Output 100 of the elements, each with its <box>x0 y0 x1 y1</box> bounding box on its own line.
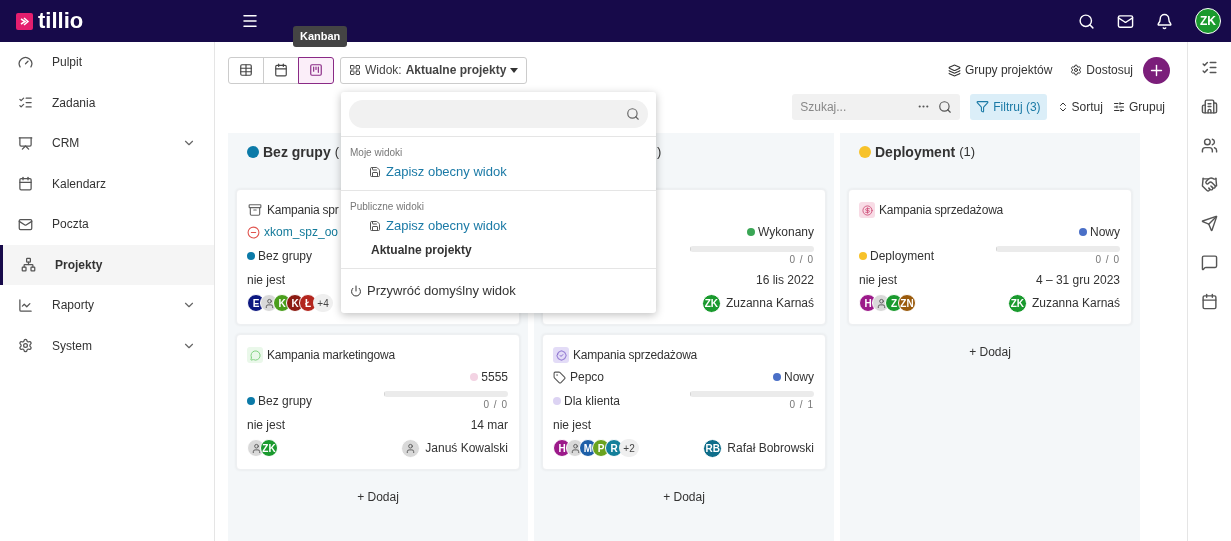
more-members-badge[interactable]: +4 <box>313 294 333 312</box>
funnel-icon <box>976 100 990 113</box>
progress-reading: 0 / 0 <box>789 252 814 267</box>
search-field[interactable] <box>349 100 648 128</box>
group-label: Bez grupy <box>258 393 313 410</box>
status-label: Nowy <box>784 369 814 386</box>
checklist-icon[interactable] <box>1201 59 1218 76</box>
avatar: Ł <box>299 294 317 312</box>
column-title: Deployment <box>875 142 956 162</box>
owner-name: Januś Kowalski <box>425 440 508 457</box>
nav-item[interactable]: Kalendarz <box>0 163 214 204</box>
card-title[interactable]: Kampania sprzedażowa <box>879 201 1004 219</box>
add-card-button[interactable]: + Dodaj <box>351 486 405 508</box>
card-title[interactable]: Kampania sprzedażowa <box>573 346 698 364</box>
search-field[interactable]: Szukaj... <box>792 93 961 120</box>
tag-icon <box>553 370 566 384</box>
status-label: 5555 <box>481 369 508 386</box>
search-input[interactable]: Szukaj... <box>800 97 910 116</box>
group-label: Dla klienta <box>564 393 621 410</box>
filter-button[interactable]: Filtruj (3) <box>970 93 1047 120</box>
message-icon[interactable] <box>1201 254 1218 271</box>
nav-item[interactable]: Projekty <box>0 244 214 285</box>
card-note: nie jest <box>553 417 592 434</box>
calendar-icon[interactable] <box>1201 293 1218 310</box>
section-title: Moje widoki <box>349 146 404 160</box>
power-icon <box>350 285 362 297</box>
avatar <box>401 438 421 458</box>
checklist-icon <box>18 95 33 111</box>
user-avatar[interactable]: ZK <box>1195 8 1221 34</box>
column-count: ( <box>334 143 340 162</box>
add-card-button[interactable]: + Dodaj <box>657 486 711 508</box>
line-chart-icon <box>18 297 33 313</box>
network-icon <box>21 257 36 273</box>
users-icon[interactable] <box>1201 137 1218 154</box>
grid-icon <box>349 64 361 76</box>
archive-icon <box>247 202 263 218</box>
date-range: 4 – 31 gru 2023 <box>1035 272 1120 289</box>
view-toggle-button[interactable] <box>298 56 334 84</box>
progress-reading: 0 / 1 <box>789 397 814 412</box>
chat-icon <box>247 347 263 363</box>
nav-item[interactable]: Pulpit <box>0 42 214 83</box>
group-label: Bez grupy <box>258 248 313 265</box>
group-button[interactable]: Grupuj <box>1112 97 1165 116</box>
progress-reading: 0 / 0 <box>483 397 508 412</box>
bell-icon[interactable] <box>1156 12 1173 30</box>
handshake-icon[interactable] <box>1201 176 1218 193</box>
avatar: ZK <box>701 293 721 313</box>
menu-icon[interactable] <box>241 12 259 30</box>
customize-button[interactable]: Dostosuj <box>1070 61 1133 79</box>
card-title[interactable]: Kampania spr <box>267 201 339 219</box>
tag-label: Pepco <box>570 369 605 386</box>
nav-item[interactable]: Poczta <box>0 204 214 245</box>
nav-item[interactable]: Zadania <box>0 82 214 123</box>
nav-item[interactable]: Raporty <box>0 285 214 326</box>
calendar-icon <box>274 63 288 77</box>
calendar-icon <box>18 176 33 192</box>
client-link[interactable]: xkom_spz_oo <box>264 223 339 241</box>
card-title[interactable]: Kampania marketingowa <box>267 346 395 364</box>
board-icon <box>18 135 33 151</box>
tooltip: Kanban <box>293 26 348 47</box>
section-title: Publiczne widoki <box>349 200 425 214</box>
brand-name[interactable]: tillio <box>38 10 84 32</box>
table-icon <box>239 63 253 77</box>
column-count: ) <box>657 143 662 162</box>
avatar: ZK <box>260 439 278 457</box>
card-note: nie jest <box>247 417 286 434</box>
project-groups-button[interactable]: Grupy projektów <box>947 61 1053 79</box>
nav-item[interactable]: System <box>0 325 214 366</box>
gauge-icon <box>18 54 33 70</box>
caret-icon <box>510 67 519 73</box>
more-members-badge[interactable]: +2 <box>619 439 639 457</box>
date-range: 14 mar <box>470 417 508 434</box>
view-select[interactable]: Widok: Aktualne projekty <box>340 56 528 84</box>
settings-icon <box>18 338 33 354</box>
sliders-icon <box>1112 100 1125 113</box>
search-icon[interactable] <box>1078 12 1095 30</box>
badge-icon <box>553 347 569 363</box>
send-icon[interactable] <box>1201 215 1218 232</box>
owner-name: Rafał Bobrowski <box>727 440 814 457</box>
building-icon[interactable] <box>1201 98 1218 115</box>
column-title: Bez grupy <box>263 142 331 162</box>
sort-button[interactable]: Sortuj <box>1056 97 1103 116</box>
add-button[interactable] <box>1143 56 1170 84</box>
avatar: RB <box>703 438 723 458</box>
project-card[interactable]: Kampania sprzedażowa Pepco Nowy Dla klienta 0 / 1 nie jest H M P R +2 RB Rafał Bobrowski <box>542 334 826 470</box>
gear-icon <box>1070 64 1083 76</box>
status-label: Wykonany <box>758 224 814 241</box>
envelope-icon <box>18 216 33 232</box>
save-view-item[interactable]: Zapisz obecny widok <box>341 160 656 184</box>
nav-item[interactable]: CRM <box>0 123 214 164</box>
add-card-button[interactable]: + Dodaj <box>963 341 1017 363</box>
avatar: R <box>605 439 623 457</box>
owner-name: Zuzanna Karnaś <box>725 295 814 312</box>
kanban-icon <box>309 63 323 77</box>
envelope-icon[interactable] <box>1117 12 1134 30</box>
card-note: nie jest <box>247 272 286 289</box>
project-card[interactable]: Kampania marketingowa 5555 Bez grupy 0 / 0 nie jest 14 mar ZK Januś Kowalski <box>236 334 520 470</box>
progress-reading: 0 / 0 <box>1095 252 1120 267</box>
coin-icon <box>859 202 875 218</box>
group-label: Deployment <box>870 248 935 265</box>
